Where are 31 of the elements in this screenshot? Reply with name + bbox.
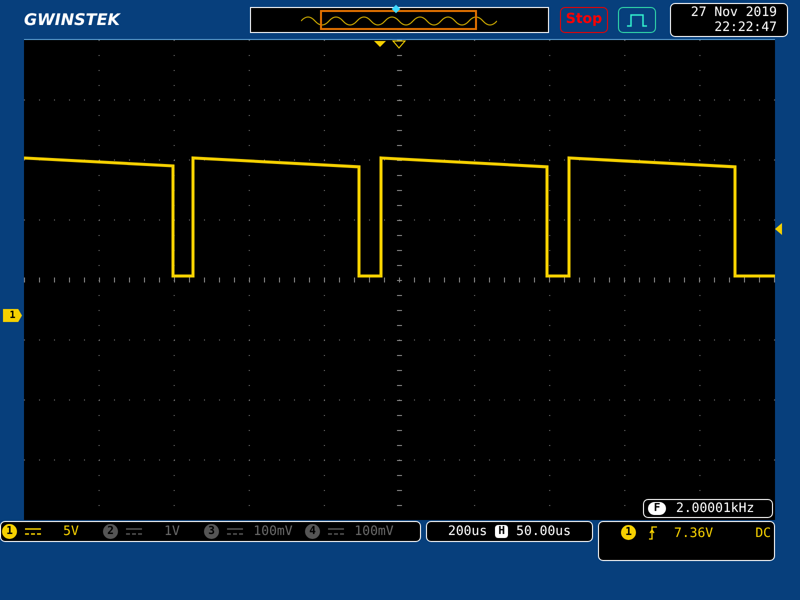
trigger-position-icon: [392, 4, 400, 13]
run-stop-button[interactable]: Stop: [560, 6, 608, 32]
channel-number-badge: 3: [204, 524, 219, 539]
date-text: 27 Nov 2019: [690, 4, 777, 20]
channel-number-badge: 1: [2, 524, 17, 539]
frequency-label: F: [648, 502, 666, 515]
trigger-source-badge: 1: [621, 525, 636, 540]
channel-scale: 1V: [163, 522, 181, 541]
trigger-coupling: DC: [755, 525, 771, 543]
channel-number-badge: 2: [103, 524, 118, 539]
channel-scale: 5V: [62, 522, 80, 541]
dc-coupling-icon: [25, 528, 41, 536]
frequency-value: 2.00001kHz: [676, 500, 754, 518]
pulse-icon: [626, 12, 648, 28]
time-text: 22:22:47: [714, 20, 777, 34]
dc-coupling-icon: [328, 528, 344, 536]
channel-scale: 100mV: [353, 522, 395, 541]
dc-coupling-icon: [126, 528, 142, 536]
timebase-scale: 200us: [448, 522, 488, 541]
trigger-level: 7.36V: [674, 525, 714, 543]
trigger-mode-button[interactable]: [618, 6, 656, 32]
trigger-marker-icon: [374, 41, 386, 47]
channel-ground-marker: 1: [3, 309, 22, 322]
horizontal-position-label: H: [495, 525, 508, 538]
horizontal-position: 50.00us: [516, 522, 571, 541]
dc-coupling-icon: [227, 528, 243, 536]
channel-number-badge: 4: [305, 524, 320, 539]
channel-scale: 100mV: [252, 522, 294, 541]
offset-marker-icon: [392, 40, 406, 49]
trigger-level-marker: [775, 223, 782, 235]
brand-logo: GWINSTEK: [24, 8, 122, 30]
